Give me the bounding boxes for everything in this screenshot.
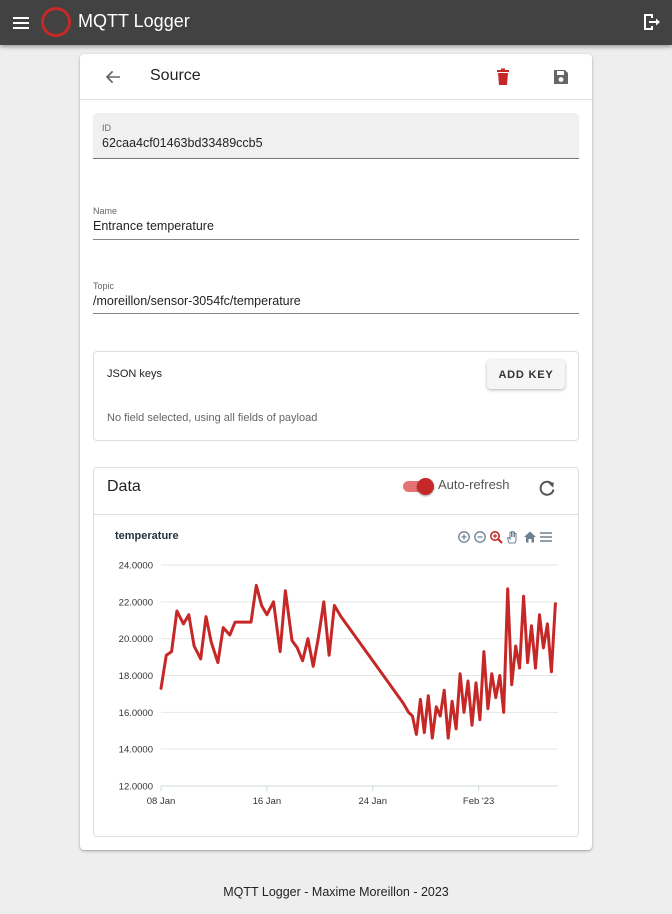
y-tick-label: 14.0000	[119, 745, 153, 756]
home-reset-icon[interactable]	[523, 530, 537, 544]
topic-field[interactable]: /moreillon/sensor-3054fc/temperature	[93, 294, 301, 308]
y-tick-label: 20.0000	[119, 634, 153, 645]
x-tick-label: 24 Jan	[358, 796, 387, 807]
json-keys-title: JSON keys	[107, 368, 163, 380]
x-tick-label: 16 Jan	[253, 796, 282, 807]
topic-field-underline	[93, 313, 579, 314]
source-card: Source ID 62caa4cf01463bd33489ccb5 Name …	[80, 54, 592, 850]
name-field[interactable]: Entrance temperature	[93, 219, 214, 233]
app-bar: MQTT Logger	[0, 0, 672, 45]
data-section: Data Auto-refresh 24.0000 22.0000 20.0000 1…	[93, 467, 579, 837]
data-title: Data	[107, 478, 141, 495]
id-field: ID 62caa4cf01463bd33489ccb5	[93, 113, 579, 159]
id-field-label: ID	[102, 123, 111, 133]
footer: MQTT Logger - Maxime Moreillon - 2023	[223, 885, 449, 899]
name-field-underline	[93, 239, 579, 240]
zoom-out-icon[interactable]	[473, 530, 487, 544]
temperature-series-line	[159, 583, 557, 740]
x-tick-label: Feb '23	[463, 796, 494, 807]
arrow-left-icon[interactable]	[102, 66, 124, 88]
card-toolbar: Source	[80, 54, 592, 100]
data-header: Data Auto-refresh	[94, 468, 578, 515]
y-tick-label: 18.0000	[119, 671, 153, 682]
floppy-disk-icon[interactable]	[550, 66, 572, 88]
zoom-selection-icon[interactable]	[489, 530, 503, 544]
trash-icon[interactable]	[492, 66, 514, 88]
topic-field-label: Topic	[93, 281, 115, 291]
temperature-chart: 24.0000 22.0000 20.0000 18.0000 16.0000 14.00…	[119, 561, 558, 807]
y-tick-label: 12.0000	[119, 782, 153, 793]
add-key-button[interactable]: ADD KEY	[487, 360, 565, 389]
auto-refresh-toggle[interactable]	[403, 478, 435, 495]
y-tick-label: 22.0000	[119, 597, 153, 608]
id-field-value: 62caa4cf01463bd33489ccb5	[102, 136, 263, 150]
chart-menu-icon[interactable]	[539, 530, 553, 544]
y-tick-label: 24.0000	[119, 561, 153, 572]
x-tick-label: 08 Jan	[147, 796, 176, 807]
pan-hand-icon[interactable]	[505, 530, 519, 544]
refresh-icon[interactable]	[538, 480, 556, 498]
y-tick-label: 16.0000	[119, 708, 153, 719]
chart-area: 24.0000 22.0000 20.0000 18.0000 16.0000 14.00…	[94, 515, 578, 835]
auto-refresh-label: Auto-refresh	[438, 477, 510, 492]
json-keys-section: JSON keys ADD KEY No field selected, usi…	[93, 351, 579, 441]
menu-icon[interactable]	[10, 12, 32, 34]
logout-icon[interactable]	[640, 11, 662, 33]
logo-ring-icon	[40, 6, 72, 38]
name-field-label: Name	[93, 206, 118, 216]
app-title: MQTT Logger	[78, 11, 190, 31]
zoom-in-icon[interactable]	[457, 530, 471, 544]
json-keys-hint: No field selected, using all fields of p…	[107, 412, 318, 424]
chart-title: temperature	[115, 530, 179, 542]
toggle-thumb	[417, 478, 434, 495]
page-title: Source	[150, 67, 201, 84]
